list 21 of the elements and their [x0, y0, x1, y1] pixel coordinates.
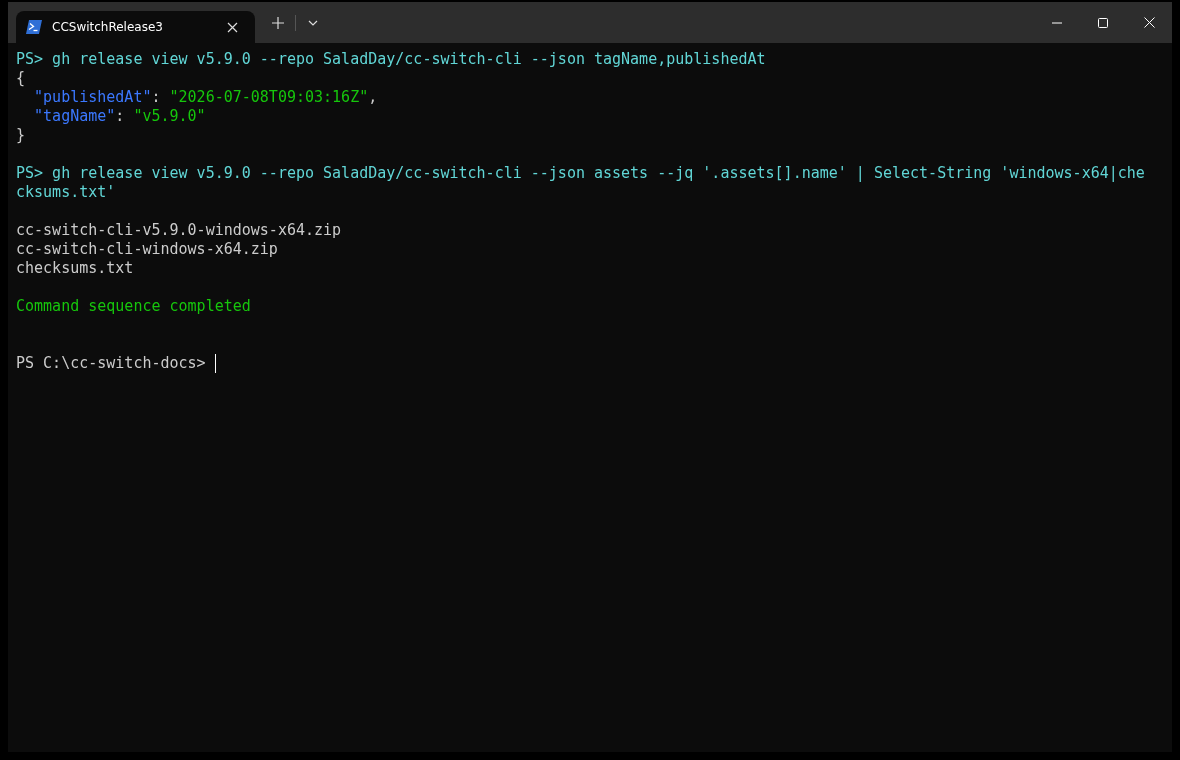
output-text: , — [368, 88, 378, 107]
command-text: PS> gh release view v5.9.0 --repo SaladDay/cc-switch-cli --json tagName,publishedAt — [16, 50, 766, 69]
command-text: cksums.txt' — [16, 183, 116, 202]
powershell-icon — [26, 20, 42, 34]
json-key: "tagName" — [34, 107, 116, 126]
json-string: "2026-07-08T09:03:16Z" — [169, 88, 369, 107]
text-cursor — [214, 354, 217, 373]
output-text: cc-switch-cli-windows-x64.zip — [16, 240, 278, 259]
output-text: : — [151, 88, 162, 107]
json-string: "v5.9.0" — [133, 107, 206, 126]
json-key: "publishedAt" — [34, 88, 152, 107]
output-text: cc-switch-cli-v5.9.0-windows-x64.zip — [16, 221, 342, 240]
tab-title: CCSwitchRelease3 — [52, 20, 164, 34]
output-text: : — [115, 107, 126, 126]
status-message: Command sequence completed — [16, 297, 251, 316]
prompt-text: PS C:\cc-switch-docs> — [16, 354, 207, 373]
output-text: { — [16, 69, 26, 88]
output-text: } — [16, 126, 26, 145]
output-text: checksums.txt — [16, 259, 134, 278]
command-text: PS> gh release view v5.9.0 --repo SaladDay/cc-switch-cli --json assets --jq '.assets[].name' | Select-String 'windows-x64|che — [16, 164, 1145, 183]
terminal-tab[interactable]: CCSwitchRelease3 — [16, 11, 255, 43]
